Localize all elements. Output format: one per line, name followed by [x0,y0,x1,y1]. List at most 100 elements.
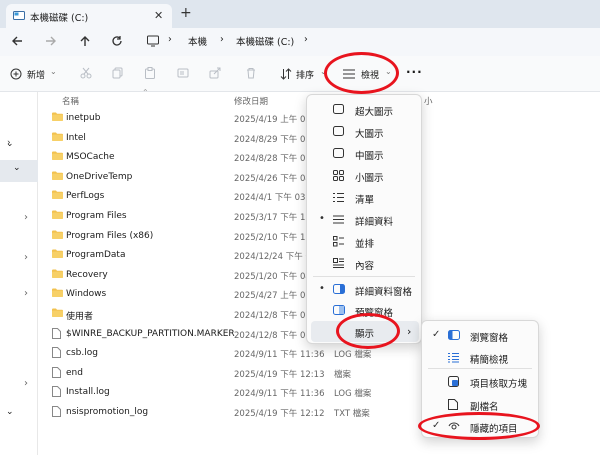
checkmark-icon: ✓ [432,329,441,340]
breadcrumb-drive-c[interactable]: 本機磁碟 (C:) [236,34,294,48]
file-type: TXT 檔案 [334,409,370,419]
delete-icon[interactable] [245,67,257,79]
file-name: 使用者 [66,312,94,322]
annotation-circle-view [324,52,399,94]
folder-icon [52,288,63,298]
forward-icon[interactable] [44,34,58,48]
file-icon [52,347,61,359]
file-date: 2024/8/29 下午 07 [234,134,311,145]
menu-separator [428,368,532,369]
tab-title: 本機磁碟 (C:) [30,13,89,24]
folder-icon [52,308,63,317]
this-pc-icon[interactable] [146,34,160,48]
column-header-size[interactable]: 小 [424,95,433,107]
refresh-icon[interactable] [110,34,124,48]
annotation-circle-hidden-items [418,412,540,440]
menu-item-show-2[interactable]: 項目核取方塊 [422,371,538,393]
menu-item-view-6[interactable]: 並排 [307,231,421,253]
monitor-icon [333,126,344,137]
file-name: csb.log [66,348,98,359]
sort-button[interactable]: 排序 [296,68,314,81]
details-pane-icon [333,284,345,294]
collapse-chevron-icon[interactable]: ⌄ [13,163,21,173]
tiles-icon [333,236,344,247]
collapse-chevron-icon[interactable]: ⌄ [6,407,14,417]
rename-icon[interactable] [177,67,189,79]
share-icon[interactable] [209,67,221,79]
grid-icon [333,170,344,181]
menu-item-label: 項目核取方塊 [470,379,528,390]
menu-item-view-0[interactable]: 超大圖示 [307,99,421,121]
expand-chevron-icon[interactable]: › [24,378,28,389]
close-tab-icon[interactable]: ✕ [154,9,163,22]
sort-caret-icon: ⌃ [142,88,149,97]
file-date: 2025/4/19 下午 12:12 [234,409,325,419]
menu-item-show-0[interactable]: ✓ 瀏覽窗格 [422,325,538,347]
folder-icon [52,171,63,180]
sort-icon [280,68,292,80]
more-options-button[interactable]: ··· [406,65,423,79]
file-date: 2025/4/19 上午 03 [234,115,311,125]
file-date: 2025/2/10 下午 11 [234,232,311,243]
window-tab[interactable]: 本機磁碟 (C:) ✕ [6,4,172,28]
content-icon [333,258,344,269]
column-header-date[interactable]: 修改日期 [234,95,268,107]
column-header-name[interactable]: 名稱 [62,95,79,107]
add-icon [10,68,22,80]
menu-item-view-1[interactable]: 大圖示 [307,121,421,143]
annotation-circle-show [336,313,400,349]
expand-chevron-icon[interactable]: › [24,212,28,223]
file-name: Recovery [66,269,108,280]
menu-item-view-7[interactable]: 內容 [307,253,421,275]
menu-item-pane-0[interactable]: • 詳細資料窗格 [307,279,421,301]
file-type: 檔案 [334,369,352,380]
up-icon[interactable] [78,34,92,48]
file-name: Program Files [66,211,127,221]
file-ext-icon [448,399,458,410]
expand-chevron-icon[interactable]: › [24,288,28,299]
menu-item-label: 瀏覽窗格 [470,333,509,344]
menu-item-view-4[interactable]: 清單 [307,187,421,209]
file-date: 2024/9/11 下午 11:36 [234,389,325,400]
folder-icon [52,249,63,259]
file-date: 2024/4/1 下午 03: [234,193,309,204]
menu-item-view-2[interactable]: 中圖示 [307,143,421,165]
nav-pane-icon [448,330,460,340]
file-name: nsispromotion_log [66,407,149,417]
chevron-down-icon: ⌄ [50,67,57,76]
menu-item-label: 詳細資料 [355,217,394,228]
file-name: Windows [66,289,107,300]
menu-item-view-3[interactable]: 小圖示 [307,165,421,187]
paste-icon[interactable] [144,67,156,79]
menu-item-label: 超大圖示 [355,107,394,118]
file-date: 2024/8/28 下午 07 [234,154,311,165]
selected-dot-icon: • [319,213,325,224]
navigation-bar: › 本機 › 本機磁碟 (C:) › [0,28,600,56]
submenu-arrow-icon: › [407,325,412,338]
copy-icon[interactable] [112,67,124,79]
breadcrumb-this-pc[interactable]: 本機 [188,34,207,48]
crumb-separator-icon: › [304,34,308,45]
new-tab-button[interactable]: + [180,5,192,21]
details-icon [333,214,344,225]
back-icon[interactable] [10,34,24,48]
file-date: 2025/4/19 下午 12:13 [234,369,325,380]
menu-item-show-1[interactable]: 精簡檢視 [422,347,538,369]
collapse-chevron-icon[interactable]: ⌄ [6,139,14,149]
command-bar: 新增 ⌄ 排序 ⌄ 檢視 ⌄ ··· [0,56,600,92]
file-date: 2025/3/17 下午 12 [234,213,311,223]
file-icon [52,386,61,398]
folder-icon [52,112,63,121]
folder-icon [52,230,63,239]
cut-icon[interactable] [80,67,92,79]
expand-chevron-icon[interactable]: › [24,252,28,263]
preview-pane-icon [333,305,345,315]
menu-item-view-5[interactable]: • 詳細資料 [307,209,421,231]
file-icon [52,366,61,378]
file-name: Intel [66,132,86,143]
new-button[interactable]: 新增 [27,68,45,81]
drive-icon [13,11,25,21]
file-date: 2024/12/8 下午 02 [234,330,311,341]
menu-item-label: 小圖示 [355,173,384,184]
monitor-icon [333,148,344,159]
